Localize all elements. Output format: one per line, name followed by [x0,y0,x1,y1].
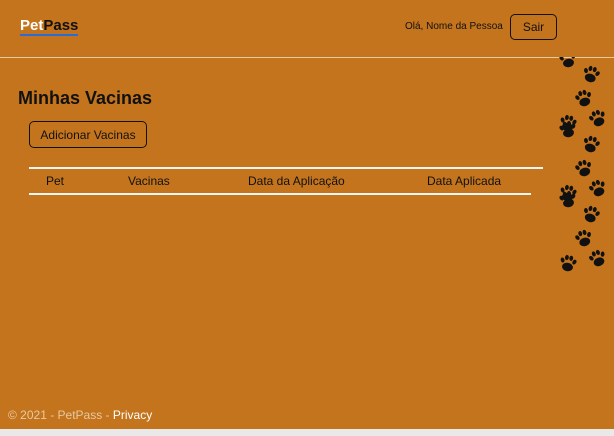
table-header-divider [29,193,531,195]
column-header-pet: Pet [46,174,65,188]
paw-print-icon [557,57,578,69]
logout-button[interactable]: Sair [510,14,557,40]
column-header-data-aplicacao: Data da Aplicação [248,174,345,188]
column-header-data-aplicada: Data Aplicada [427,174,502,188]
footer: © 2021 - PetPass - Privacy [8,408,152,422]
footer-copyright: © 2021 - PetPass - [8,408,113,422]
page-title: Minhas Vacinas [18,88,153,108]
paw-print-icon [580,204,602,225]
paw-print-icon [586,177,609,199]
column-header-vacinas: Vacinas [128,174,170,188]
paw-print-icon [586,107,609,129]
brand-pass-text: Pass [43,17,79,34]
brand-logo[interactable]: PetPass [20,17,79,36]
privacy-link[interactable]: Privacy [113,408,152,422]
brand-pet-text: Pet [20,17,44,34]
paw-print-icon [580,64,602,85]
table-top-border [29,167,543,169]
navbar: PetPass Olá, Nome da Pessoa Sair [0,0,614,58]
paw-print-decoration [557,57,609,273]
paw-print-icon [573,228,595,249]
paw-print-icon [573,88,595,109]
paw-print-icon [558,253,579,273]
add-vaccine-button[interactable]: Adicionar Vacinas [29,121,147,148]
paw-print-icon [573,158,595,179]
paw-pattern [557,57,609,273]
user-greeting: Olá, Nome da Pessoa [405,21,503,32]
paw-print-icon [586,247,609,269]
paw-print-icon [580,134,602,155]
horizontal-scrollbar[interactable] [0,429,614,436]
